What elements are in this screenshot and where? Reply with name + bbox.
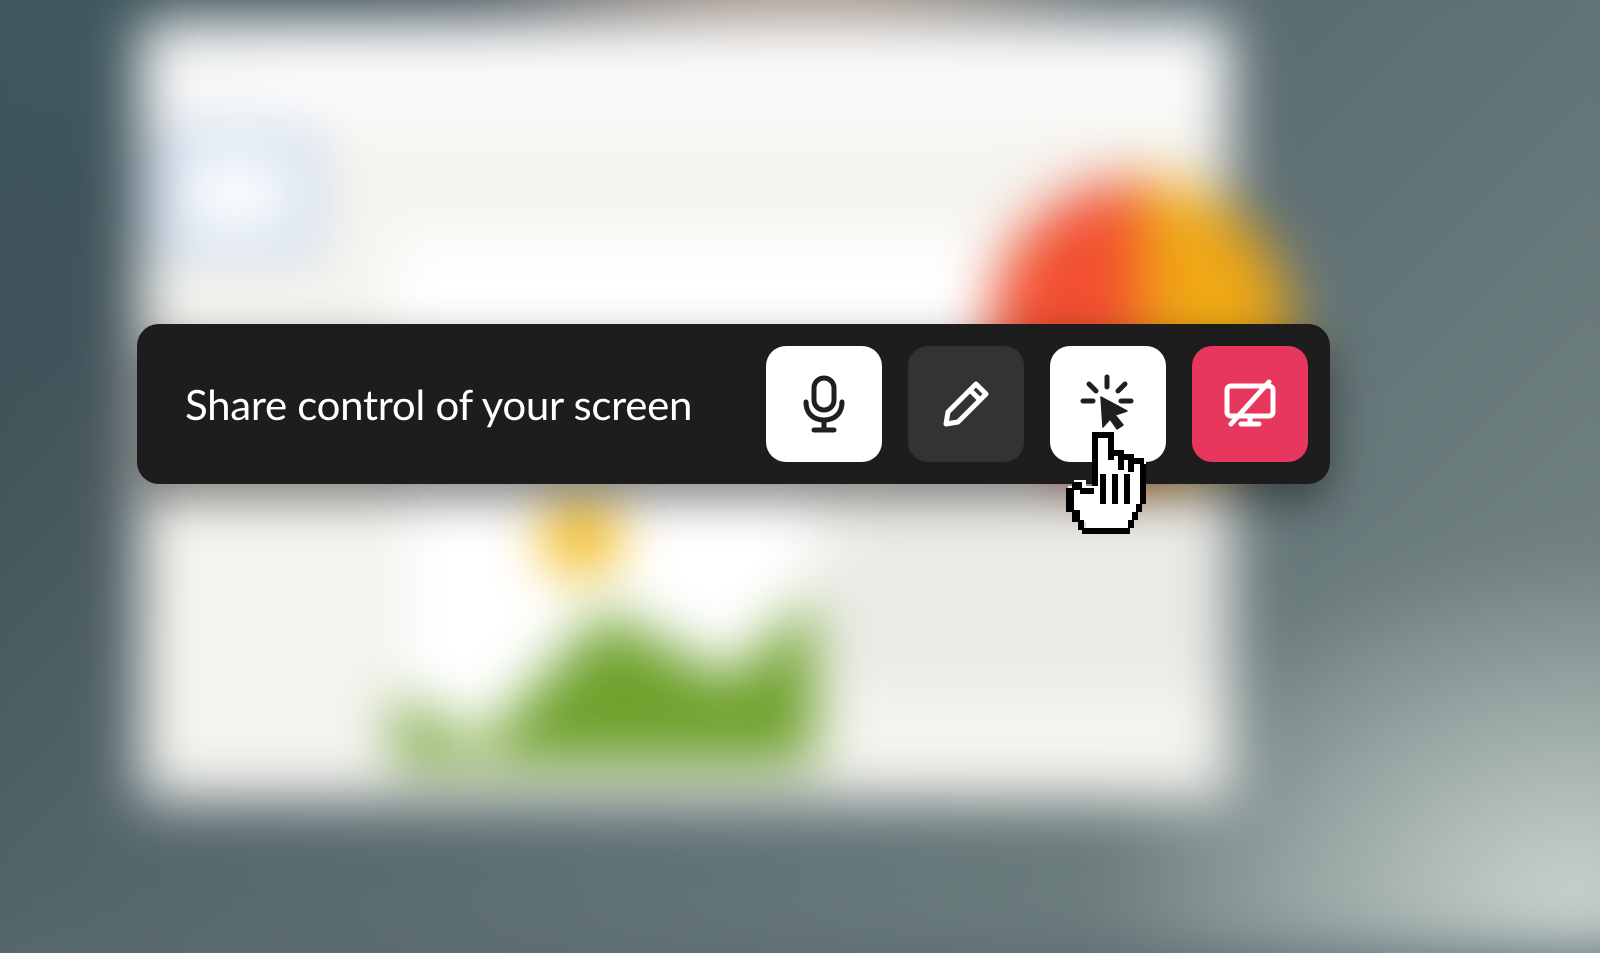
microphone-button[interactable] <box>766 346 882 462</box>
screen-off-icon <box>1221 378 1279 430</box>
image-placeholder <box>390 450 820 770</box>
toolbar-tooltip-label: Share control of your screen <box>185 379 766 429</box>
share-control-button[interactable] <box>1050 346 1166 462</box>
pencil-icon <box>940 378 992 430</box>
stop-screen-share-button[interactable] <box>1192 346 1308 462</box>
microphone-icon <box>797 375 851 433</box>
text-placeholder-lines <box>840 510 1240 702</box>
slide-thumbnail <box>162 140 310 248</box>
window-traffic-lights <box>170 54 256 72</box>
cursor-click-icon <box>1077 373 1139 435</box>
draw-button[interactable] <box>908 346 1024 462</box>
screen-share-toolbar: Share control of your screen <box>137 324 1330 484</box>
toolbar-button-group <box>766 346 1308 462</box>
